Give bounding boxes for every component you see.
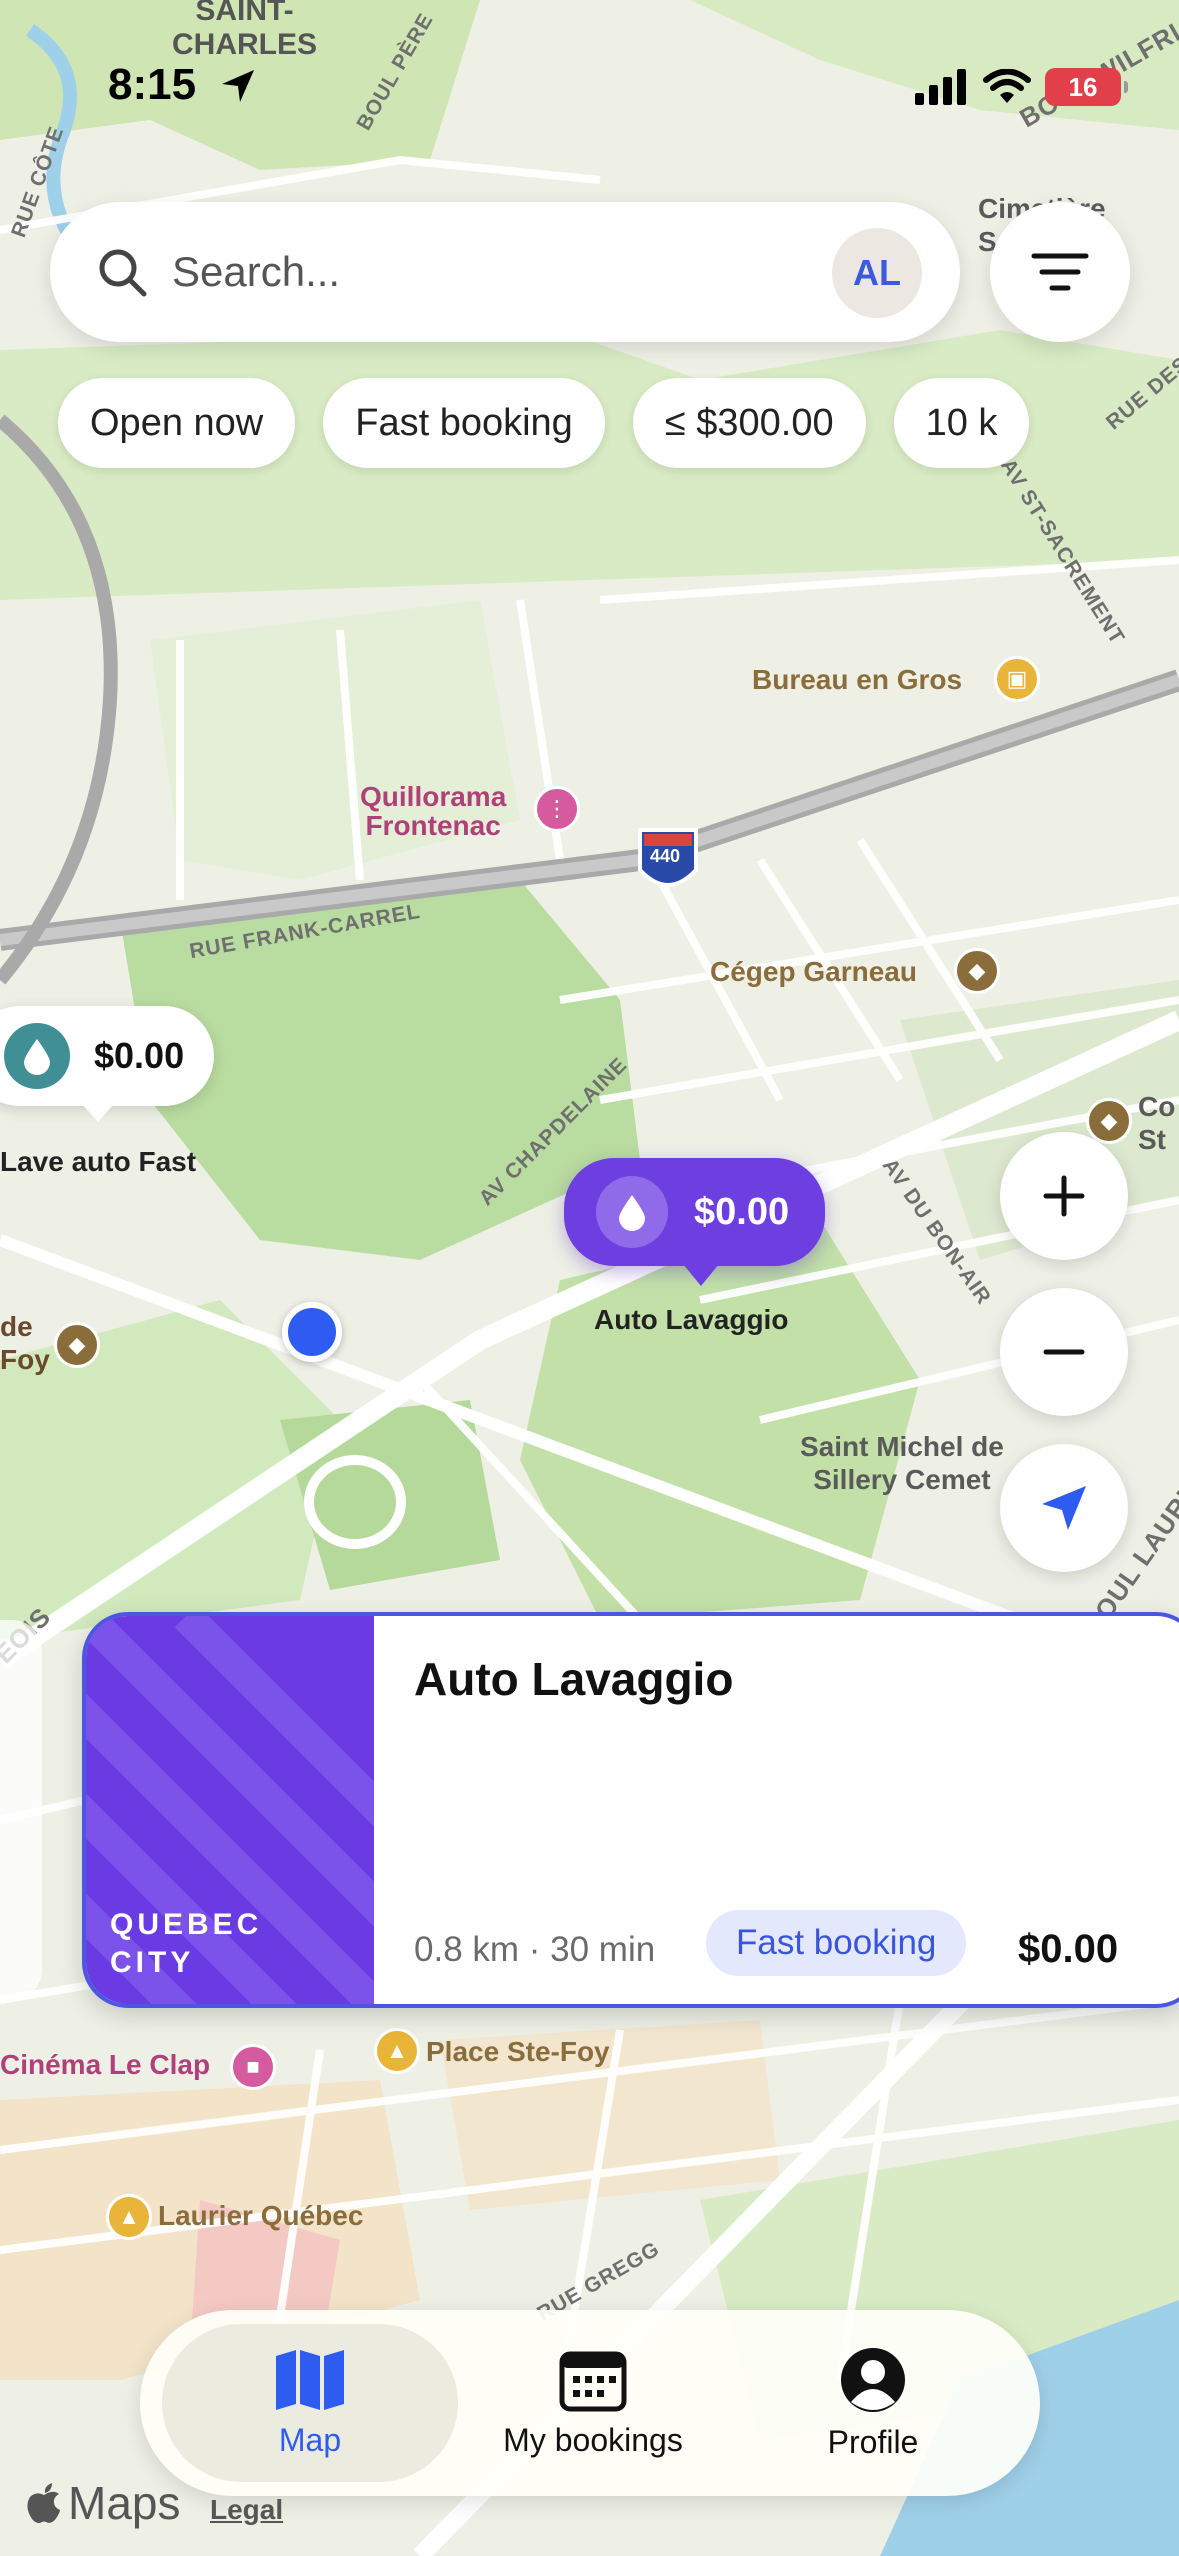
recenter-button[interactable] (1000, 1444, 1128, 1572)
location-arrow-icon (222, 70, 254, 102)
previous-card-peek[interactable] (0, 1620, 42, 2000)
price-marker-lave-auto-fast[interactable]: $0.00 (0, 1006, 215, 1106)
card-city: QUEBEC CITY (110, 1908, 263, 1979)
navigation-arrow-icon (1042, 1486, 1086, 1530)
avatar[interactable]: AL (832, 228, 922, 318)
minus-icon (1043, 1349, 1085, 1355)
maps-text: Maps (68, 2477, 181, 2529)
marker-price: $0.00 (94, 1035, 185, 1076)
briefcase-icon: ▣ (994, 656, 1040, 702)
profile-icon (841, 2347, 905, 2412)
place-label-bureau-en-gros: Bureau en Gros (752, 664, 963, 695)
filter-chips: Open now Fast booking ≤ $300.00 10 k (58, 378, 1030, 468)
graduation-cap-icon: ◆ (1086, 1098, 1132, 1144)
place-label-place-ste-foy: Place Ste-Foy (426, 2036, 610, 2067)
status-time: 8:15 (108, 60, 197, 109)
water-drop-icon (596, 1176, 668, 1248)
zoom-out-button[interactable] (1000, 1288, 1128, 1416)
cellular-signal-icon (915, 69, 966, 105)
highway-number: 440 (650, 846, 681, 866)
calendar-icon (559, 2351, 627, 2411)
status-indicators: 16 (915, 68, 1128, 106)
fast-booking-badge: Fast booking (706, 1910, 967, 1976)
wifi-icon (983, 69, 1031, 103)
location-card[interactable]: QUEBEC CITY Auto Lavaggio 0.8 km · 30 mi… (82, 1612, 1179, 2008)
marker-pointer (82, 1104, 114, 1122)
tab-label: Map (278, 2421, 342, 2458)
place-label-saint-charles: SAINT- CHARLES (172, 0, 318, 61)
marker-name-auto-lavaggio[interactable]: Auto Lavaggio (594, 1304, 788, 1336)
filter-icon (1031, 253, 1089, 291)
tab-profile[interactable]: Profile (728, 2310, 1018, 2496)
user-location-dot (282, 1302, 342, 1362)
movie-camera-icon: ■ (230, 2044, 276, 2090)
place-label-saint-michel: Saint Michel de Sillery Cemet (800, 1431, 1004, 1495)
card-title: Auto Lavaggio (414, 1653, 734, 1705)
bowling-icon: ⋮ (534, 786, 580, 832)
tab-label: My bookings (503, 2421, 683, 2458)
zoom-in-button[interactable] (1000, 1132, 1128, 1260)
chip-max-price[interactable]: ≤ $300.00 (632, 378, 866, 468)
marker-price: $0.00 (694, 1190, 790, 1233)
place-label-cegep-garneau: Cégep Garneau (710, 956, 917, 987)
price-marker-auto-lavaggio[interactable]: $0.00 (564, 1158, 826, 1266)
search-icon (94, 244, 150, 300)
legal-link[interactable]: Legal (210, 2494, 283, 2526)
tab-bar: Map My bookings Profile (140, 2310, 1040, 2496)
tab-label: Profile (827, 2423, 919, 2460)
graduation-cap-icon: ◆ (54, 1322, 100, 1368)
place-label-quillorama: Quillorama Frontenac (360, 781, 507, 841)
card-price: $0.00 (1018, 1927, 1119, 1971)
filter-button[interactable] (990, 202, 1130, 342)
shopping-bag-icon: ▲ (374, 2028, 420, 2074)
map-icon (276, 2349, 344, 2410)
tab-map[interactable]: Map (162, 2310, 458, 2496)
plus-icon (1043, 1175, 1085, 1217)
chip-fast-booking[interactable]: Fast booking (323, 378, 605, 468)
battery-indicator: 16 (1045, 68, 1128, 106)
search-bar[interactable]: AL (50, 202, 960, 342)
maps-attribution: Maps (26, 2476, 180, 2530)
card-image: QUEBEC CITY (86, 1616, 374, 2004)
place-label-de-foy: de Foy (0, 1311, 50, 1375)
chip-open-now[interactable]: Open now (58, 378, 296, 468)
graduation-cap-icon: ◆ (954, 948, 1000, 994)
shopping-bag-icon: ▲ (106, 2194, 152, 2240)
place-label-cinema: Cinéma Le Clap (0, 2049, 211, 2080)
card-distance-time: 0.8 km · 30 min (414, 1930, 656, 1969)
tab-my-bookings[interactable]: My bookings (458, 2310, 728, 2496)
apple-logo-icon (27, 2483, 60, 2523)
search-input[interactable] (172, 248, 772, 296)
place-label-co-st: Co St (1138, 1091, 1176, 1155)
water-drop-icon (4, 1023, 70, 1089)
chip-distance[interactable]: 10 k (893, 378, 1030, 468)
marker-name-lave-auto-fast[interactable]: Lave auto Fast (0, 1146, 196, 1178)
place-label-laurier: Laurier Québec (158, 2200, 364, 2231)
marker-pointer (683, 1264, 719, 1286)
